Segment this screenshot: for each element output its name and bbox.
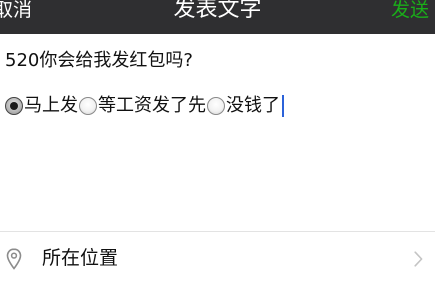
option-label-3: 没钱了 <box>226 95 280 116</box>
post-text-editor[interactable]: 520你会给我发红包吗? 马上发 等工资发了先 没钱了 <box>0 34 435 231</box>
text-cursor <box>282 95 284 117</box>
page-title: 发表文字 <box>173 0 262 22</box>
navigation-bar: 取消 发表文字 发送 <box>0 0 435 34</box>
radio-option-1[interactable] <box>5 97 23 115</box>
post-options-line: 马上发 等工资发了先 没钱了 <box>5 95 284 117</box>
location-label: 所在位置 <box>42 247 119 269</box>
post-question-text: 520你会给我发红包吗? <box>5 50 193 71</box>
radio-option-3[interactable] <box>207 97 225 115</box>
location-row[interactable]: 所在位置 <box>0 232 435 288</box>
chevron-right-icon <box>414 251 423 267</box>
location-pin-icon <box>6 248 22 270</box>
radio-option-2[interactable] <box>79 97 97 115</box>
option-label-2: 等工资发了先 <box>98 95 206 116</box>
option-label-1: 马上发 <box>24 95 78 116</box>
send-button[interactable]: 发送 <box>391 0 429 20</box>
